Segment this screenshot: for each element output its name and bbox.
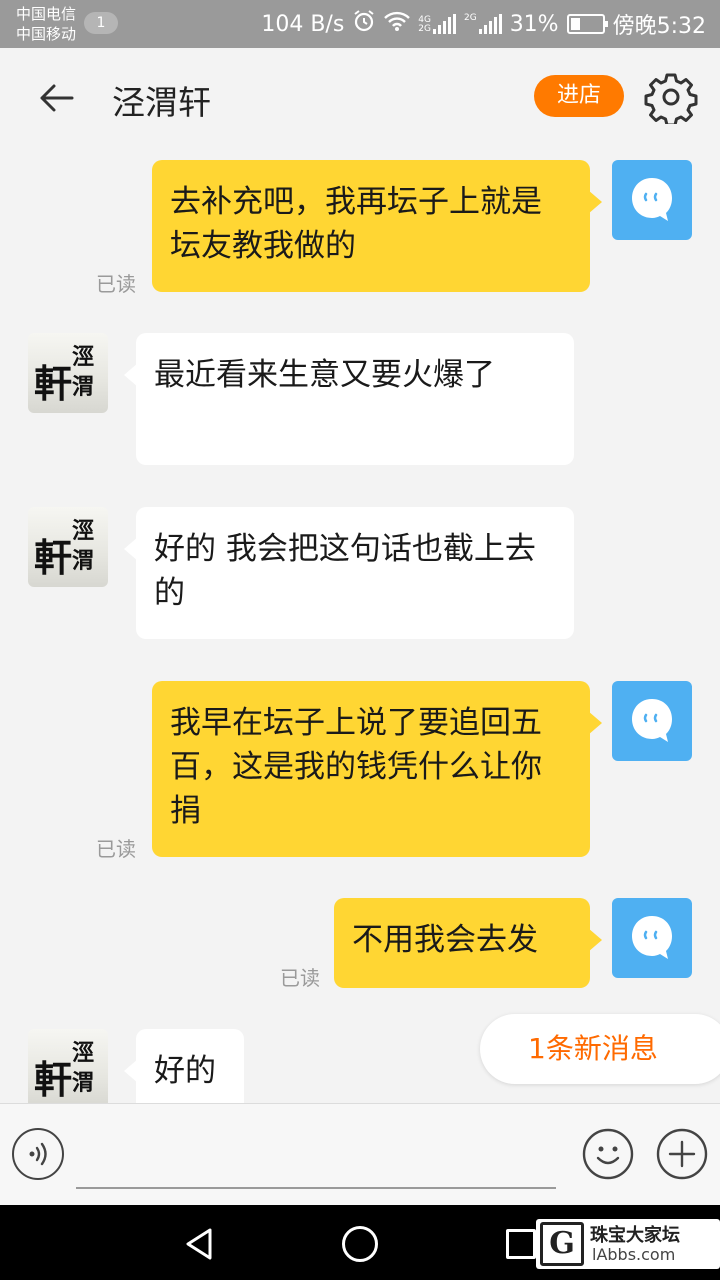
avatar-self[interactable] (612, 160, 692, 240)
new-message-tip[interactable]: 1条新消息 (480, 1014, 720, 1084)
watermark-subtitle: lAbbs.com (592, 1245, 676, 1264)
signal-4g-icon: 4G 2G (418, 14, 456, 34)
message-bubble[interactable]: 去补充吧，我再坛子上就是坛友教我做的 (152, 160, 602, 292)
clock: 傍晚5:32 (612, 14, 706, 39)
avatar-shop[interactable]: 軒 涇 渭 (28, 1029, 108, 1103)
carrier-1: 中国电信 (16, 5, 77, 23)
forum-watermark: G 珠宝大家坛 lAbbs.com (536, 1219, 720, 1269)
bubble-mascot-icon (632, 178, 672, 221)
alarm-icon (352, 9, 376, 39)
battery-icon (566, 14, 608, 34)
more-plus-icon[interactable] (656, 1128, 708, 1180)
read-status: 已读 (96, 837, 136, 861)
nav-recent-apps-icon[interactable] (506, 1229, 536, 1259)
back-arrow-icon[interactable] (36, 78, 76, 118)
shop-avatar-char-1: 軒 (34, 535, 73, 580)
bubble-mascot-icon (632, 916, 672, 959)
bubble-mascot-icon (632, 699, 672, 742)
shop-avatar-char-1: 軒 (34, 361, 73, 406)
message-bubble[interactable]: 好的 (124, 1029, 244, 1103)
gear-icon[interactable] (644, 70, 698, 127)
watermark-title: 珠宝大家坛 (590, 1225, 680, 1246)
carrier-labels: 中国电信 中国移动 (16, 4, 76, 44)
message-input[interactable] (76, 1187, 556, 1189)
shop-avatar-char-2: 涇 (72, 1040, 95, 1066)
shop-avatar-char-3: 渭 (72, 374, 95, 400)
message-list[interactable]: 已读 去补充吧，我再坛子上就是坛友教我做的 軒 涇 渭 最近看来生意又要火爆了 … (0, 148, 720, 1103)
shop-avatar-char-1: 軒 (34, 1057, 73, 1102)
voice-input-icon[interactable] (12, 1128, 64, 1180)
net-tag-2g-a: 2G (418, 24, 431, 34)
status-indicators: 104 B/s 4G 2G 2G 31% 傍晚5:32 (261, 0, 706, 48)
shop-avatar-char-3: 渭 (72, 1070, 95, 1096)
shop-avatar-char-2: 涇 (72, 344, 95, 370)
avatar-shop[interactable]: 軒 涇 渭 (28, 507, 108, 587)
system-nav-bar: G 珠宝大家坛 lAbbs.com (0, 1205, 720, 1280)
input-bar (0, 1103, 720, 1205)
message-bubble[interactable]: 不用我会去发 (334, 898, 602, 988)
status-bar: 中国电信 中国移动 1 104 B/s 4G 2G 2G 31% 傍晚5:32 (0, 0, 720, 48)
wifi-icon (384, 10, 411, 38)
chat-header: 泾渭轩 进店 (0, 48, 720, 148)
message-bubble[interactable]: 最近看来生意又要火爆了 (124, 333, 574, 465)
signal-2g-icon: 2G (464, 14, 502, 34)
avatar-shop[interactable]: 軒 涇 渭 (28, 333, 108, 413)
nav-home-icon[interactable] (342, 1226, 378, 1262)
battery-percent: 31% (509, 11, 559, 37)
shop-avatar-char-2: 涇 (72, 518, 95, 544)
avatar-self[interactable] (612, 898, 692, 978)
avatar-self[interactable] (612, 681, 692, 761)
message-bubble[interactable]: 我早在坛子上说了要追回五百，这是我的钱凭什么让你捐 (152, 681, 602, 857)
emoji-icon[interactable] (582, 1128, 634, 1180)
enter-shop-button[interactable]: 进店 (534, 75, 624, 117)
watermark-logo-icon: G (540, 1222, 584, 1266)
net-tag-2g-b: 2G (463, 13, 477, 23)
read-status: 已读 (96, 272, 136, 296)
shop-avatar-char-3: 渭 (72, 548, 95, 574)
carrier-2: 中国移动 (16, 25, 77, 43)
page-title: 泾渭轩 (112, 83, 211, 122)
nav-back-icon[interactable] (182, 1227, 216, 1261)
message-bubble[interactable]: 好的 我会把这句话也截上去的 (124, 507, 574, 639)
net-speed: 104 B/s (261, 11, 345, 37)
notification-badge: 1 (84, 12, 118, 34)
read-status: 已读 (280, 966, 320, 990)
